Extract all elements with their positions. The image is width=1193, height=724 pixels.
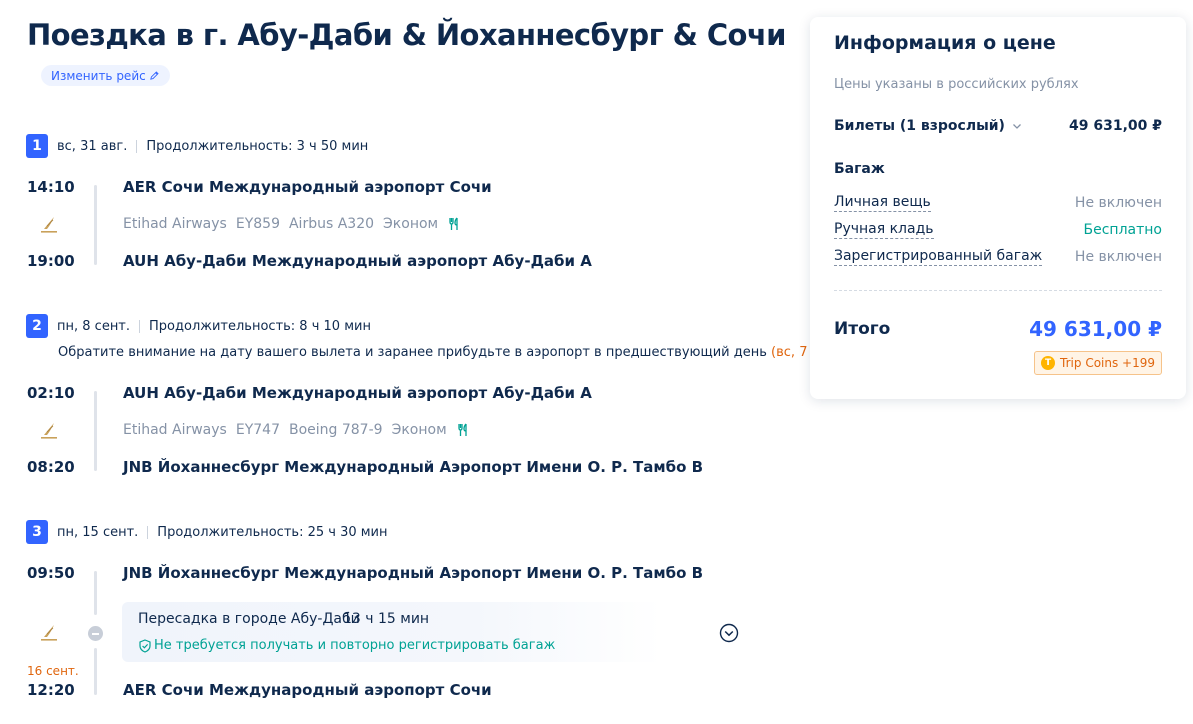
departure-airport: AUH Абу-Даби Международный аэропорт Абу-…: [123, 384, 592, 402]
arrival-time: 08:20: [27, 458, 75, 476]
tickets-row[interactable]: Билеты (1 взрослый) 49 631,00 ₽: [834, 118, 1162, 134]
airline-logo: [41, 217, 57, 233]
divider: [139, 319, 141, 333]
segment-number: 3: [26, 520, 48, 544]
aircraft-type: Boeing 787-9: [288, 422, 383, 438]
meal-icon: [449, 217, 458, 230]
baggage-transfer-text: Не требуется получать и повторно регистр…: [154, 638, 556, 653]
cabin-class: Эконом: [391, 422, 447, 438]
transfer-duration: 13 ч 15 мин: [343, 611, 430, 627]
notice-text: Обратите внимание на дату вашего вылета …: [58, 345, 767, 360]
baggage-label[interactable]: Зарегистрированный багаж: [834, 248, 1043, 266]
aircraft-type: Airbus A320: [288, 216, 375, 232]
page-title: Поездка в г. Абу-Даби & Йоханнесбург & С…: [27, 18, 786, 52]
arrival-next-day: 16 сент.: [27, 664, 79, 678]
segment-header: 3 пн, 15 сент. Продолжительность: 25 ч 3…: [26, 520, 388, 544]
transfer-city: Пересадка в городе Абу-Даби: [138, 611, 360, 627]
airline-name: Etihad Airways: [123, 216, 227, 232]
total-price: 49 631,00 ₽: [1029, 317, 1162, 341]
divider: [136, 139, 138, 153]
trip-coins-label: Trip Coins +199: [1060, 356, 1155, 370]
segment-duration: Продолжительность: 25 ч 30 мин: [157, 524, 388, 540]
shield-check-icon: [139, 638, 151, 653]
chevron-down-icon: [1012, 124, 1021, 129]
flight-number: EY859: [235, 216, 280, 232]
departure-time: 14:10: [27, 178, 75, 196]
segment-duration: Продолжительность: 3 ч 50 мин: [146, 138, 369, 154]
tickets-price: 49 631,00 ₽: [1069, 118, 1162, 134]
baggage-value: Не включен: [1074, 195, 1162, 211]
meal-icon: [457, 423, 467, 436]
segment-date: пн, 8 сент.: [57, 318, 131, 334]
departure-time: 09:50: [27, 564, 75, 582]
airline-logo: [41, 423, 57, 439]
baggage-label[interactable]: Личная вещь: [834, 194, 931, 212]
cabin-class: Эконом: [383, 216, 439, 232]
timeline-line: [94, 648, 97, 695]
departure-airport: AER Сочи Международный аэропорт Сочи: [123, 178, 492, 196]
pencil-icon: [149, 71, 159, 80]
segment-header: 1 вс, 31 авг. Продолжительность: 3 ч 50 …: [26, 134, 368, 158]
segment-number: 2: [26, 314, 48, 338]
timeline-line: [94, 185, 97, 265]
price-subtitle: Цены указаны в российских рублях: [834, 77, 1079, 92]
baggage-row: Личная вещь Не включен: [834, 194, 1162, 212]
date-notice: Обратите внимание на дату вашего вылета …: [58, 345, 852, 360]
arrival-airport: AUH Абу-Даби Международный аэропорт Абу-…: [123, 252, 592, 270]
baggage-row: Зарегистрированный багаж Не включен: [834, 248, 1162, 266]
timeline-line: [94, 571, 97, 615]
segment-header: 2 пн, 8 сент. Продолжительность: 8 ч 10 …: [26, 314, 371, 338]
expand-circle-icon[interactable]: [719, 623, 739, 643]
arrival-time: 12:20: [27, 681, 75, 699]
trip-coin-icon: T: [1041, 356, 1056, 370]
total-row: Итого 49 631,00 ₽: [834, 317, 1162, 341]
divider: [834, 290, 1162, 291]
flight-number: EY747: [235, 422, 280, 438]
arrival-time: 19:00: [27, 252, 75, 270]
segment-duration: Продолжительность: 8 ч 10 мин: [149, 318, 371, 334]
change-flight-label: Изменить рейс: [51, 68, 146, 83]
transfer-info: Пересадка в городе Абу-Даби 13 ч 15 мин …: [122, 602, 662, 662]
segment-date: вс, 31 авг.: [57, 138, 128, 154]
arrival-airport: AER Сочи Международный аэропорт Сочи: [123, 681, 492, 699]
tickets-label: Билеты (1 взрослый): [834, 118, 1005, 134]
change-flight-button[interactable]: Изменить рейс: [41, 65, 170, 86]
segment-date: пн, 15 сент.: [57, 524, 139, 540]
total-label: Итого: [834, 319, 891, 339]
airline-logo: [41, 625, 57, 641]
baggage-title: Багаж: [834, 161, 885, 177]
departure-time: 02:10: [27, 384, 75, 402]
price-info-card: Информация о цене Цены указаны в российс…: [810, 17, 1186, 399]
baggage-label[interactable]: Ручная кладь: [834, 221, 934, 239]
baggage-value: Бесплатно: [1083, 222, 1162, 238]
baggage-value: Не включен: [1074, 249, 1162, 265]
trip-coins-badge[interactable]: T Trip Coins +199: [1034, 351, 1162, 375]
baggage-row: Ручная кладь Бесплатно: [834, 221, 1162, 239]
departure-airport: JNB Йоханнесбург Международный Аэропорт …: [123, 564, 704, 582]
timeline-line: [94, 391, 97, 471]
flight-details: Etihad Airways EY859 Airbus A320 Эконом: [123, 216, 461, 232]
flight-details: Etihad Airways EY747 Boeing 787-9 Эконом: [123, 422, 470, 438]
divider: [147, 525, 149, 539]
airline-name: Etihad Airways: [123, 422, 227, 438]
segment-number: 1: [26, 134, 48, 158]
price-title: Информация о цене: [834, 32, 1056, 54]
transfer-dot: [88, 626, 103, 641]
baggage-transfer-note: Не требуется получать и повторно регистр…: [138, 638, 555, 653]
arrival-airport: JNB Йоханнесбург Международный Аэропорт …: [123, 458, 704, 476]
